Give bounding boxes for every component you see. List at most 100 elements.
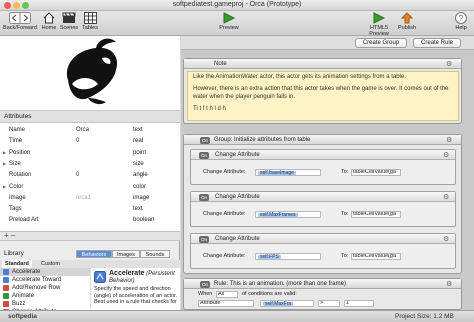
behavior-label: Accelerate Toward <box>12 277 62 283</box>
group-on-toggle[interactable]: On <box>200 136 210 144</box>
attribute-type: point <box>133 149 147 156</box>
behavior-list-item[interactable]: Add/Remove Row <box>0 284 90 292</box>
change-attribute-action[interactable]: On Change Attribute ⚙ Change Attribute: self… <box>190 233 456 269</box>
home-label: Home <box>41 25 57 31</box>
value-field[interactable]: tableCellValue(ga <box>351 253 401 260</box>
attribute-row[interactable]: Image orca1 image <box>0 194 180 202</box>
rule-when-label: When <box>198 291 213 297</box>
action-on-toggle[interactable]: On <box>199 151 209 159</box>
note-block[interactable]: Note ⚙ Like the AnimationWater actor, th… <box>183 58 462 124</box>
detail-description: Specify the speed and direction (angle) … <box>94 286 178 305</box>
action-title: Change Attribute <box>215 194 260 200</box>
attribute-value[interactable]: 0 <box>76 137 79 145</box>
attribute-row[interactable]: ▶ Size size <box>0 160 180 168</box>
attribute-value[interactable]: Orca <box>76 126 89 134</box>
group-gear-icon[interactable]: ⚙ <box>446 137 453 144</box>
attribute-field[interactable]: self.FPS <box>255 253 321 260</box>
action-header: On Change Attribute ⚙ <box>191 150 455 160</box>
rule-gear-icon[interactable]: ⚙ <box>446 281 453 288</box>
behavior-type-icon <box>3 269 9 275</box>
action-gear-icon[interactable]: ⚙ <box>443 152 450 159</box>
attribute-field[interactable]: self.MaxFrames <box>255 211 321 218</box>
behavior-detail: Accelerate (Persistent Behavior) Specify… <box>90 268 180 310</box>
tab-behaviors[interactable]: Behaviors <box>76 250 112 258</box>
rule-on-toggle[interactable]: On <box>200 280 210 288</box>
attribute-row[interactable]: Tags text <box>0 205 180 213</box>
rule-operator-select[interactable]: > <box>318 300 340 307</box>
attribute-row[interactable]: Time 0 real <box>0 137 180 145</box>
behavior-list-item[interactable]: Accelerate <box>0 268 90 276</box>
value-field[interactable]: tableCellValue(ga <box>351 169 401 176</box>
behavior-list-item[interactable]: Buzz <box>0 300 90 308</box>
back-forward-button[interactable]: Back/Forward <box>2 12 38 31</box>
create-rule-button[interactable]: Create Rule <box>413 38 461 48</box>
attribute-value[interactable]: 0 <box>76 171 79 179</box>
behavior-list-item[interactable]: Animate <box>0 292 90 300</box>
attributes-title: Attributes <box>0 111 180 123</box>
behavior-type-icon <box>3 277 9 283</box>
group-title: Group: Initialize attributes from table <box>214 137 311 143</box>
attribute-row[interactable]: ▶ Position point <box>0 149 180 157</box>
preview-button[interactable]: Preview <box>218 12 240 31</box>
rule-value-field[interactable]: 1 <box>344 300 374 307</box>
change-attribute-action[interactable]: On Change Attribute ⚙ Change Attribute: self… <box>190 149 456 185</box>
publish-button[interactable]: Publish <box>396 12 418 31</box>
rule-attribute-select[interactable]: Attribute <box>198 300 254 307</box>
note-text[interactable]: Like the AnimationWater actor, this acto… <box>187 71 459 121</box>
attribute-row[interactable]: Preload Art boolean <box>0 216 180 224</box>
rule-condition-mode: When All of conditions are valid: <box>188 291 458 299</box>
detail-title: Accelerate <box>109 270 145 277</box>
rule-attribute-field[interactable]: self.MaxFra <box>260 300 314 307</box>
html5-preview-button[interactable]: HTML5 Preview <box>364 12 394 37</box>
attribute-row[interactable]: Name Orca text <box>0 126 180 134</box>
back-forward-icon <box>9 12 31 24</box>
attributes-add-remove[interactable]: + – <box>0 231 180 241</box>
note-gear-icon[interactable]: ⚙ <box>446 61 453 68</box>
rule-all-select[interactable]: All <box>216 291 238 298</box>
toolbar: Back/Forward Home Scenes Tables Preview … <box>0 11 474 37</box>
action-header: On Change Attribute ⚙ <box>191 192 455 202</box>
change-attribute-action[interactable]: On Change Attribute ⚙ Change Attribute: self… <box>190 191 456 227</box>
action-on-toggle[interactable]: On <box>199 193 209 201</box>
subtab-custom[interactable]: Custom <box>38 260 63 268</box>
attributes-table: Name Orca text Time 0 real ▶ Position point ▶ Size… <box>0 123 180 231</box>
attribute-row[interactable]: Rotation 0 angle <box>0 171 180 179</box>
rule-title: Rule: This is an animation. (more than o… <box>214 281 346 287</box>
html5-play-icon <box>373 12 386 24</box>
action-on-toggle[interactable]: On <box>199 235 209 243</box>
action-header: On Change Attribute ⚙ <box>191 234 455 244</box>
note-paragraph-1: Like the AnimationWater actor, this acto… <box>193 74 406 80</box>
to-label: To: <box>341 169 349 175</box>
attribute-name: Name <box>9 127 26 133</box>
tab-sounds[interactable]: Sounds <box>140 250 170 258</box>
help-button[interactable]: ? Help <box>452 12 470 31</box>
home-icon <box>43 12 55 24</box>
behavior-list-item[interactable]: Accelerate Toward <box>0 276 90 284</box>
disclosure-triangle-icon[interactable]: ▶ <box>3 149 6 157</box>
group-header: On Group: Initialize attributes from tab… <box>184 135 461 145</box>
action-gear-icon[interactable]: ⚙ <box>443 194 450 201</box>
behavior-label: Add/Remove Row <box>12 285 61 291</box>
attribute-row[interactable]: ▶ Color color <box>0 183 180 191</box>
behavior-label: Accelerate <box>12 269 41 275</box>
disclosure-triangle-icon[interactable]: ▶ <box>3 160 6 168</box>
attribute-type: text <box>133 206 143 213</box>
scenes-button[interactable]: Scenes <box>59 12 79 31</box>
tab-images[interactable]: Images <box>112 250 140 258</box>
value-field[interactable]: tableCellValue(ga <box>351 211 401 218</box>
group-block[interactable]: On Group: Initialize attributes from tab… <box>183 134 462 274</box>
rule-block[interactable]: On Rule: This is an animation. (more tha… <box>183 278 462 310</box>
project-size: Project Size: 1.2 MB <box>395 313 454 320</box>
title-bar: softpediatest.gameproj - Orca (Prototype… <box>0 0 474 11</box>
home-button[interactable]: Home <box>41 12 57 31</box>
attribute-value[interactable]: orca1 <box>76 194 91 202</box>
to-label: To: <box>341 253 349 259</box>
action-gear-icon[interactable]: ⚙ <box>443 236 450 243</box>
subtab-standard[interactable]: Standard <box>2 260 32 268</box>
tables-button[interactable]: Tables <box>81 12 99 31</box>
attribute-name: Preload Art <box>9 217 39 224</box>
disclosure-triangle-icon[interactable]: ▶ <box>3 183 6 191</box>
create-group-button[interactable]: Create Group <box>355 38 407 48</box>
attribute-field[interactable]: self.baseImage <box>255 169 321 176</box>
left-panel: Attributes Name Orca text Time 0 real ▶ Positio… <box>0 36 180 310</box>
